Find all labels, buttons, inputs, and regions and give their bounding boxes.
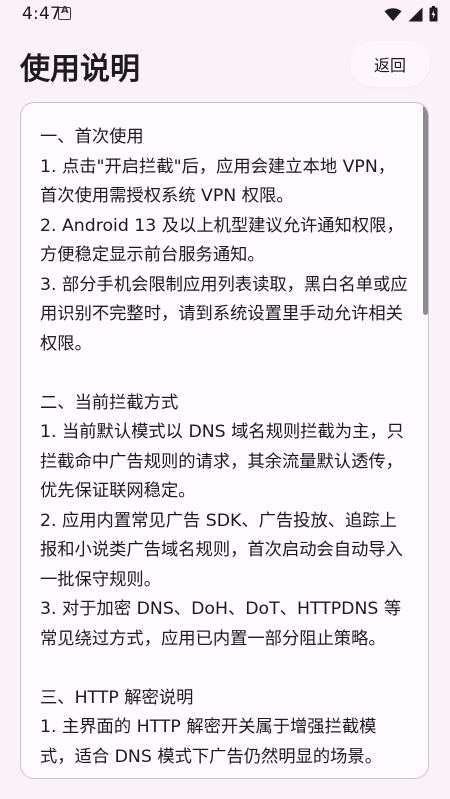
section-http-decrypt: 三、HTTP 解密说明 1. 主界面的 HTTP 解密开关属于增强拦截模式，适合… [40, 684, 410, 773]
section-item: 3. 部分手机会限制应用列表读取，黑白名单或应用识别不完整时，请到系统设置里手动… [40, 274, 408, 354]
section-item: 1. 主界面的 HTTP 解密开关属于增强拦截模式，适合 DNS 模式下广告仍然… [40, 717, 382, 767]
back-button[interactable]: 返回 [350, 41, 430, 87]
status-bar: 4:47 [0, 0, 450, 30]
scrollbar[interactable] [423, 105, 428, 315]
section-heading: 二、当前拦截方式 [40, 392, 179, 413]
section-heading: 三、HTTP 解密说明 [40, 687, 194, 708]
signal-icon [408, 7, 423, 21]
section-item: 1. 当前默认模式以 DNS 域名规则拦截为主，只拦截命中广告规则的请求，其余流… [40, 422, 404, 501]
section-item: 2. Android 13 及以上机型建议允许通知权限，方便稳定显示前台服务通知… [40, 215, 404, 266]
section-item: 3. 对于加密 DNS、DoH、DoT、HTTPDNS 等常见绕过方式，应用已内… [40, 599, 402, 649]
app-notification-icon [58, 5, 71, 20]
section-item: 2. 应用内置常见广告 SDK、广告投放、追踪上报和小说类广告域名规则，首次启动… [40, 510, 403, 590]
wifi-icon [384, 7, 402, 21]
battery-icon [429, 6, 438, 22]
status-time: 4:47 [22, 4, 61, 24]
status-icons [384, 6, 438, 22]
page-title: 使用说明 [20, 52, 140, 87]
section-item: 1. 点击"开启拦截"后，应用会建立本地 VPN，首次使用需授权系统 VPN 权… [40, 156, 396, 207]
instructions-content: 一、首次使用 1. 点击"开启拦截"后，应用会建立本地 VPN，首次使用需授权系… [40, 123, 410, 778]
instructions-scroll-area[interactable]: 一、首次使用 1. 点击"开启拦截"后，应用会建立本地 VPN，首次使用需授权系… [20, 102, 429, 779]
section-first-use: 一、首次使用 1. 点击"开启拦截"后，应用会建立本地 VPN，首次使用需授权系… [40, 123, 410, 359]
section-blocking-mode: 二、当前拦截方式 1. 当前默认模式以 DNS 域名规则拦截为主，只拦截命中广告… [40, 389, 410, 655]
section-heading: 一、首次使用 [40, 127, 144, 147]
